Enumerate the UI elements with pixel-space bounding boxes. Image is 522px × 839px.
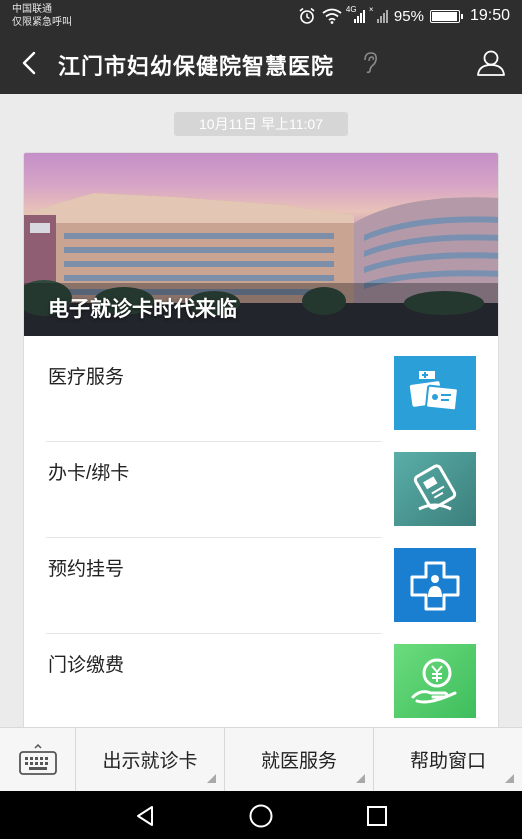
title-bar: 江门市妇幼保健院智慧医院 [0, 32, 522, 94]
page-title: 江门市妇幼保健院智慧医院 [58, 54, 335, 79]
keyboard-toggle-button[interactable] [0, 728, 76, 791]
battery-icon [429, 9, 463, 23]
status-bar: 中国联通 仅限紧急呼叫 4G × 95% 19:50 [0, 0, 522, 32]
show-card-button[interactable]: 出示就诊卡 [76, 728, 225, 791]
submenu-indicator-icon [207, 774, 216, 783]
ear-icon [362, 52, 378, 79]
clock: 19:50 [469, 7, 510, 24]
back-button[interactable] [12, 46, 46, 80]
menu-item-appointment[interactable]: 预约挂号 [24, 528, 498, 624]
signal-x-icon: × [369, 5, 388, 23]
signal-4g-icon: 4G [346, 5, 365, 23]
nav-home-button[interactable] [246, 801, 276, 831]
alarm-icon [298, 7, 316, 25]
emergency-only-text: 仅限紧急呼叫 [12, 17, 72, 28]
nav-recent-button[interactable] [362, 801, 392, 831]
menu-item-card-binding[interactable]: 办卡/绑卡 [24, 432, 498, 528]
menu-item-label: 办卡/绑卡 [48, 463, 130, 484]
medical-service-icon [394, 356, 476, 430]
news-card[interactable]: 电子就诊卡时代来临 医疗服务 办卡/绑卡 预约挂号 门诊缴费 [23, 152, 499, 752]
banner-image[interactable]: 电子就诊卡时代来临 [24, 153, 498, 336]
menu-button-label: 帮助窗口 [409, 751, 486, 772]
nav-home-icon [249, 804, 273, 828]
nav-back-icon [137, 806, 153, 826]
menu-item-label: 门诊缴费 [48, 655, 125, 676]
menu-item-medical-service[interactable]: 医疗服务 [24, 336, 498, 432]
banner-caption: 电子就诊卡时代来临 [48, 298, 237, 321]
menu-item-payment[interactable]: 门诊缴费 [24, 624, 498, 720]
keyboard-icon [18, 743, 57, 775]
nav-back-button[interactable] [130, 801, 160, 831]
help-window-button[interactable]: 帮助窗口 [374, 728, 522, 791]
medical-service-menu-button[interactable]: 就医服务 [225, 728, 374, 791]
menu-item-label: 预约挂号 [48, 559, 125, 580]
wifi-icon [322, 8, 342, 24]
submenu-indicator-icon [356, 774, 365, 783]
carrier-name: 中国联通 [12, 4, 52, 15]
back-chevron-icon [22, 51, 36, 75]
menu-button-label: 出示就诊卡 [102, 751, 198, 772]
nav-recent-icon [367, 806, 387, 826]
profile-icon [477, 50, 505, 76]
network-type-label: 4G [345, 5, 357, 14]
system-nav-bar [0, 791, 522, 839]
battery-percent: 95% [393, 7, 424, 25]
menu-button-label: 就医服务 [260, 751, 337, 772]
message-timestamp: 10月11日 早上11:07 [174, 112, 348, 136]
card-binding-icon [394, 452, 476, 526]
profile-button[interactable] [474, 46, 508, 80]
submenu-indicator-icon [505, 774, 514, 783]
carrier-info: 中国联通 仅限紧急呼叫 [12, 3, 72, 29]
bottom-menu: 出示就诊卡 就医服务 帮助窗口 [0, 727, 522, 791]
payment-icon [394, 644, 476, 718]
menu-item-label: 医疗服务 [48, 367, 125, 388]
appointment-icon [394, 548, 476, 622]
status-icons: 4G × 95% 19:50 [298, 5, 510, 26]
